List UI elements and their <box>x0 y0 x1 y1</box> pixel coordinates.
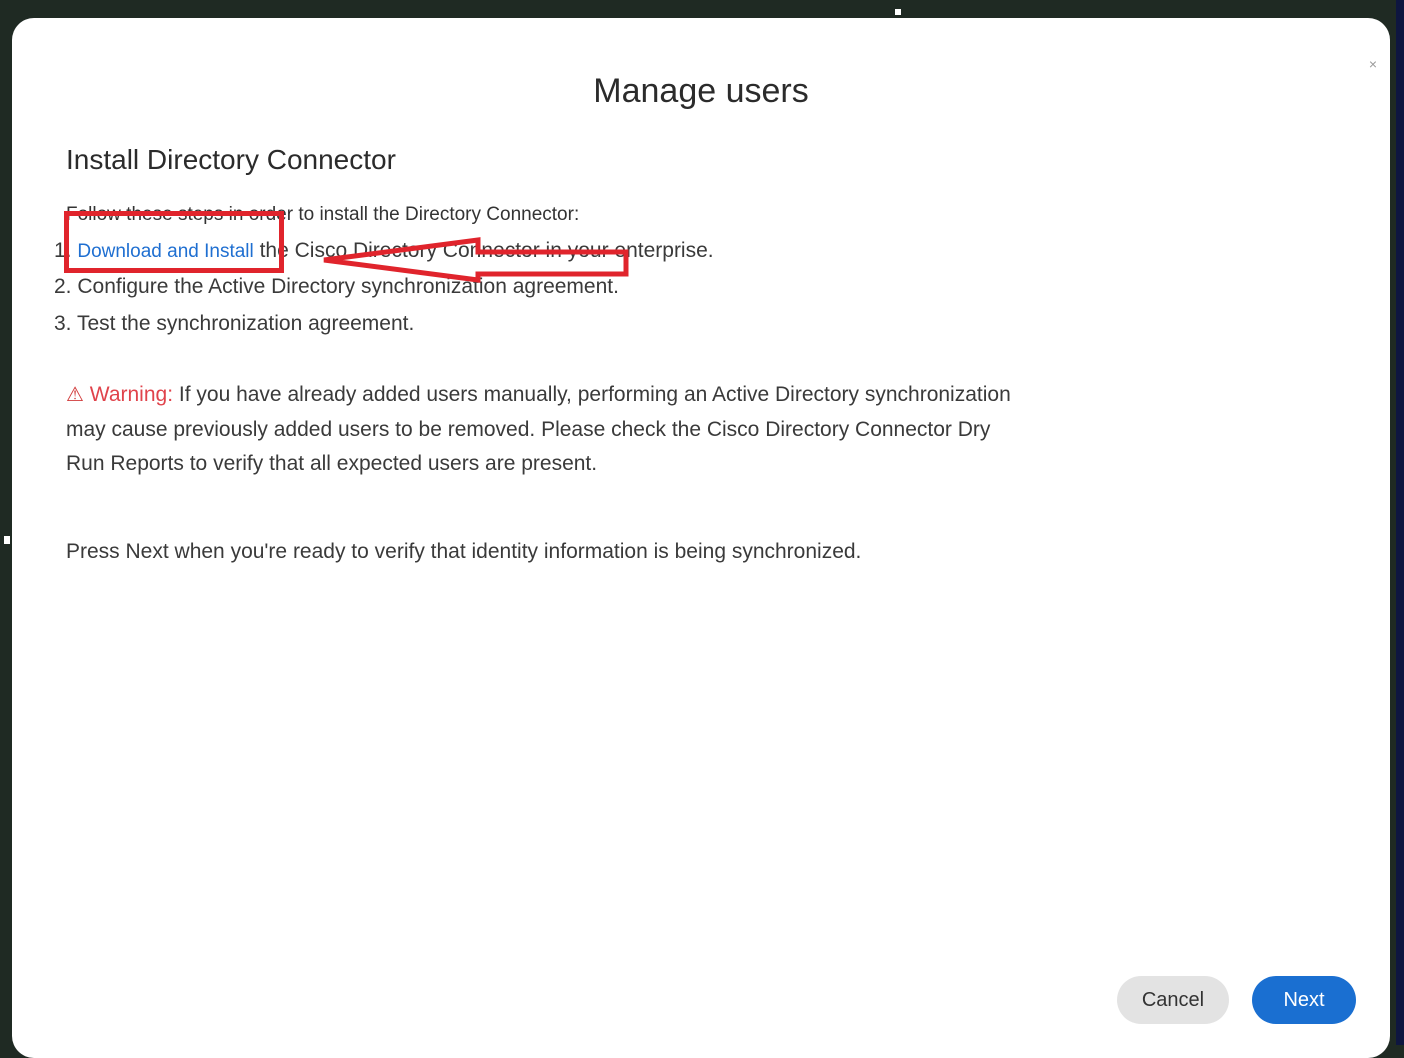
dialog-title: Manage users <box>593 72 809 110</box>
step-text: Test the synchronization agreement. <box>71 312 415 335</box>
step-number: 2. <box>54 275 72 298</box>
section-title: Install Directory Connector <box>66 144 396 175</box>
arrow-left-icon <box>323 237 629 283</box>
highlight-box <box>64 211 284 273</box>
resize-handle[interactable] <box>4 536 10 544</box>
warning-triangle-icon: ⚠ <box>66 384 84 406</box>
window-edge <box>1396 0 1404 1045</box>
warning-message: ⚠ Warning: If you have already added use… <box>66 378 1016 482</box>
warning-text: If you have already added users manually… <box>66 383 1011 475</box>
manage-users-dialog: × Manage users Install Directory Connect… <box>12 18 1390 1058</box>
step-number: 3. <box>54 312 72 335</box>
step-3: 3. Test the synchronization agreement. <box>54 312 414 336</box>
cancel-button[interactable]: Cancel <box>1117 976 1229 1024</box>
warning-label: Warning: <box>89 383 174 406</box>
window-marker <box>895 9 901 15</box>
press-next-text: Press Next when you're ready to verify t… <box>66 540 862 563</box>
next-button[interactable]: Next <box>1252 976 1356 1024</box>
